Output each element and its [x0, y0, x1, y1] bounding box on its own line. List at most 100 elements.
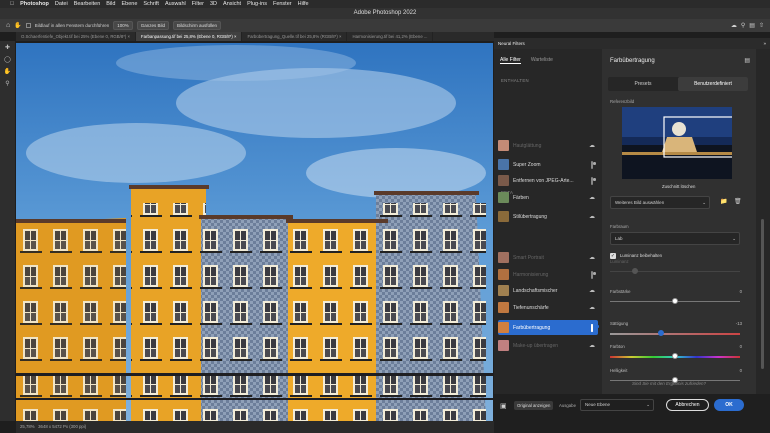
menu-ansicht[interactable]: Ansicht — [223, 1, 241, 7]
menu-bild[interactable]: Bild — [106, 1, 115, 7]
toggle-wrap[interactable] — [586, 323, 598, 332]
filter-toggle[interactable] — [591, 176, 593, 185]
colorspace-dropdown[interactable]: Lab ⌄ — [610, 232, 740, 245]
tab-schaerfentiefe[interactable]: O.Schaerfentiefe_Objekt.tif bei 25% (Ebe… — [16, 32, 137, 41]
slider-knob[interactable] — [657, 330, 664, 336]
clear-crop-link[interactable]: Zuschnitt löschen — [662, 184, 695, 189]
canvas-image[interactable] — [16, 43, 493, 421]
show-original-button[interactable]: Original anzeigen — [514, 401, 554, 410]
settings-scrollbar[interactable] — [756, 49, 770, 394]
folder-icon[interactable]: 📁 — [720, 198, 727, 205]
tab-presets[interactable]: Presets — [608, 77, 678, 91]
trash-icon[interactable]: 🗑 — [734, 198, 742, 205]
move-tool-icon[interactable]: ✚ — [3, 44, 12, 53]
zoom-tool-icon[interactable]: ⚲ — [3, 80, 12, 89]
menu-bearbeiten[interactable]: Bearbeiten — [74, 1, 101, 7]
tab-farbuebertragung-quelle[interactable]: Farbübertragung_Quelle.tif bei 25,8% (RG… — [242, 32, 348, 41]
menu-hilfe[interactable]: Hilfe — [298, 1, 309, 7]
slider-knob[interactable] — [672, 377, 678, 383]
apple-icon[interactable]:  — [10, 1, 14, 7]
panel-title: Neural Filters — [498, 41, 525, 46]
tab-harmonisierung[interactable]: Harmonisierung.tif bei 41,2% (Ebene ... — [347, 32, 434, 41]
filter-item[interactable]: Entfernen von JPEG-Arte... — [498, 173, 598, 188]
ok-button[interactable]: OK — [714, 399, 744, 411]
filter-name: Smart Portrait — [513, 254, 544, 261]
filter-toggle[interactable] — [591, 270, 593, 279]
scroll-all-label: Bildlauf in allen Fenstern durchführen — [34, 23, 110, 28]
filter-toggle[interactable] — [591, 323, 593, 332]
chevron-down-icon: ⌄ — [732, 236, 736, 241]
filter-item[interactable]: Landschaftsmischer ☁ — [498, 283, 598, 298]
fill-screen-button[interactable]: Bildschirm ausfüllen — [173, 21, 222, 30]
fit-screen-button[interactable]: Ganzes Bild — [136, 21, 170, 30]
cloud-download-icon[interactable]: ☁ — [586, 342, 598, 349]
cloud-download-icon[interactable]: ☁ — [586, 142, 598, 149]
scroll-all-checkbox[interactable] — [25, 23, 31, 28]
tab-custom[interactable]: Benutzerdefiniert — [678, 77, 748, 91]
filter-name: Harmonisierung — [513, 271, 549, 278]
reference-thumbnail — [622, 107, 732, 179]
toggle-wrap[interactable] — [586, 270, 598, 279]
menu-plugins[interactable]: Plug-ins — [247, 1, 267, 7]
select-image-dropdown[interactable]: Weiteres Bild auswählen ⌄ — [610, 196, 710, 209]
workspace-icon[interactable]: ▤ — [749, 22, 755, 29]
cancel-button[interactable]: Abbrechen — [666, 399, 709, 411]
scroll-thumb[interactable] — [761, 219, 764, 369]
filter-item[interactable]: Harmonisierung — [498, 267, 598, 282]
filter-item[interactable]: Smart Portrait ☁ — [498, 250, 598, 265]
cloud-docs-icon[interactable]: ☁ — [731, 22, 737, 29]
menu-fenster[interactable]: Fenster — [273, 1, 292, 7]
hand-tool-icon[interactable]: ✋ — [3, 68, 12, 77]
colorspace-value: Lab — [615, 236, 623, 241]
filter-name: Farbübertragung — [513, 324, 551, 331]
slider-track[interactable] — [610, 271, 740, 272]
filter-item[interactable]: Make-up übertragen ☁ — [498, 338, 598, 353]
output-dropdown[interactable]: Neue Ebene ⌄ — [580, 399, 654, 411]
zoom-readout[interactable]: 25,78% — [20, 424, 35, 429]
menu-auswahl[interactable]: Auswahl — [165, 1, 186, 7]
cloud-download-icon[interactable]: ☁ — [586, 194, 598, 201]
search-icon[interactable]: ⚲ — [741, 22, 745, 29]
cloud-download-icon[interactable]: ☁ — [586, 287, 598, 294]
menu-schrift[interactable]: Schrift — [143, 1, 159, 7]
home-icon[interactable]: ⌂ — [6, 22, 10, 29]
slider-knob[interactable] — [672, 353, 678, 359]
lasso-tool-icon[interactable]: ◯ — [3, 56, 12, 65]
menu-3d[interactable]: 3D — [210, 1, 217, 7]
filter-item[interactable]: Hautglättung ☁ — [498, 138, 598, 153]
hand-tool-icon[interactable]: ✋ — [14, 22, 21, 29]
tab-waitlist[interactable]: Warteliste — [531, 57, 553, 64]
layer-icon[interactable]: ▤ — [744, 57, 750, 64]
tab-farbanpassung[interactable]: Farbanpassung.tif bei 25,8% (Ebene 0, RG… — [136, 32, 243, 41]
cloud-download-icon[interactable]: ☁ — [586, 213, 598, 220]
slider-knob[interactable] — [672, 298, 678, 304]
toggle-wrap[interactable] — [586, 160, 598, 169]
options-bar: ⌂ ✋ Bildlauf in allen Fenstern durchführ… — [0, 19, 770, 32]
slider-label: Helligkeit — [610, 368, 628, 373]
zoom-100-button[interactable]: 100% — [113, 21, 133, 30]
menu-filter[interactable]: Filter — [192, 1, 204, 7]
filter-item[interactable]: Tiefenunschärfe ☁ — [498, 300, 598, 315]
filter-item[interactable]: Super Zoom — [498, 157, 598, 172]
reference-image[interactable] — [622, 107, 732, 179]
filter-item[interactable]: Stilübertragung ☁ — [498, 209, 598, 224]
filter-toggle[interactable] — [591, 160, 593, 169]
building-photo — [16, 43, 493, 421]
filter-thumbnail — [498, 192, 509, 203]
slider-track[interactable] — [610, 333, 740, 335]
filter-item[interactable]: Färben ☁ — [498, 190, 598, 205]
compare-icon[interactable]: ▣ — [500, 402, 507, 410]
filter-name: Make-up übertragen — [513, 342, 559, 349]
filter-name: Stilübertragung — [513, 213, 547, 220]
menu-photoshop[interactable]: Photoshop — [20, 1, 49, 7]
toggle-wrap[interactable] — [586, 176, 598, 185]
share-icon[interactable]: ⇧ — [759, 22, 764, 29]
cloud-download-icon[interactable]: ☁ — [586, 254, 598, 261]
slider-knob[interactable] — [632, 268, 638, 274]
tab-all-filters[interactable]: Alle Filter — [500, 57, 521, 64]
menu-ebene[interactable]: Ebene — [121, 1, 137, 7]
menu-datei[interactable]: Datei — [55, 1, 68, 7]
filter-item[interactable]: Farbübertragung — [498, 320, 598, 335]
cloud-download-icon[interactable]: ☁ — [586, 304, 598, 311]
collapse-icon[interactable]: » — [763, 41, 766, 46]
